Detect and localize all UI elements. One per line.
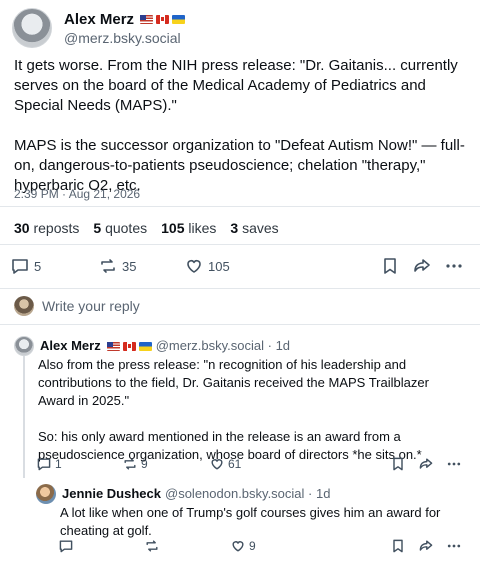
avatar[interactable] bbox=[36, 484, 56, 504]
bookmark-icon bbox=[380, 256, 400, 276]
reply-paragraph: A lot like when one of Trump's golf cour… bbox=[60, 505, 441, 538]
reply-header: Jennie Dusheck @solenodon.bsky.social · … bbox=[36, 484, 466, 504]
reposts-stat[interactable]: 30 reposts bbox=[14, 220, 79, 236]
more-icon bbox=[446, 456, 462, 472]
reply-actions: 1 9 61 bbox=[0, 456, 480, 474]
more-button[interactable] bbox=[444, 256, 464, 276]
post-header: Alex Merz @merz.bsky.social bbox=[12, 8, 186, 48]
us-flag-icon bbox=[140, 14, 154, 24]
author-name[interactable]: Alex Merz bbox=[64, 10, 134, 29]
repost-icon bbox=[122, 456, 138, 472]
reply-paragraph: Also from the press release: "n recognit… bbox=[38, 357, 429, 408]
avatar[interactable] bbox=[12, 8, 52, 48]
repost-count: 9 bbox=[141, 457, 148, 471]
bookmark-icon bbox=[390, 538, 406, 554]
share-icon bbox=[418, 456, 434, 472]
repost-button[interactable]: 35 bbox=[98, 256, 136, 276]
reply-body: Also from the press release: "n recognit… bbox=[38, 356, 466, 464]
post-actions: 5 35 105 bbox=[0, 256, 480, 278]
like-icon bbox=[184, 256, 204, 276]
author-name-line[interactable]: Alex Merz bbox=[64, 10, 186, 29]
reply-button[interactable]: 5 bbox=[10, 256, 41, 276]
share-button[interactable] bbox=[412, 256, 432, 276]
reply-author-name[interactable]: Jennie Dusheck bbox=[62, 486, 161, 502]
reply-meta: @solenodon.bsky.social · 1d bbox=[165, 486, 331, 501]
canada-flag-icon bbox=[156, 14, 170, 24]
post-timestamp[interactable]: 2:39 PM · Aug 21, 2026 bbox=[14, 187, 140, 201]
avatar[interactable] bbox=[14, 336, 34, 356]
reply-icon bbox=[58, 538, 74, 554]
divider bbox=[0, 324, 480, 325]
bookmark-button[interactable] bbox=[390, 456, 406, 472]
reply-header: Alex Merz @merz.bsky.social · 1d bbox=[14, 336, 466, 356]
write-reply-prompt[interactable]: Write your reply bbox=[14, 296, 140, 316]
more-button[interactable] bbox=[446, 538, 462, 554]
bookmark-button[interactable] bbox=[390, 538, 406, 554]
like-count: 105 bbox=[208, 258, 230, 274]
saves-stat[interactable]: 3 saves bbox=[230, 220, 278, 236]
ukraine-flag-icon bbox=[138, 341, 152, 351]
post-stats: 30 reposts 5 quotes 105 likes 3 saves bbox=[14, 220, 279, 236]
more-button[interactable] bbox=[446, 456, 462, 472]
share-icon bbox=[418, 538, 434, 554]
flag-emojis bbox=[106, 341, 152, 351]
like-button[interactable]: 105 bbox=[184, 256, 230, 276]
more-icon bbox=[446, 538, 462, 554]
reply-meta: @merz.bsky.social · 1d bbox=[155, 338, 291, 353]
repost-icon bbox=[144, 538, 160, 554]
divider bbox=[0, 206, 480, 207]
reply-icon bbox=[36, 456, 52, 472]
reply-button[interactable]: 1 bbox=[36, 456, 62, 472]
author-handle[interactable]: @merz.bsky.social bbox=[64, 29, 185, 47]
repost-count: 35 bbox=[122, 258, 137, 274]
us-flag-icon bbox=[106, 341, 120, 351]
repost-button[interactable]: 9 bbox=[122, 456, 148, 472]
like-count: 9 bbox=[249, 539, 256, 553]
quotes-stat[interactable]: 5 quotes bbox=[93, 220, 147, 236]
ukraine-flag-icon bbox=[172, 14, 186, 24]
reply-author-name[interactable]: Alex Merz bbox=[40, 338, 101, 354]
reply-body: A lot like when one of Trump's golf cour… bbox=[60, 504, 466, 540]
bookmark-button[interactable] bbox=[380, 256, 400, 276]
like-count: 61 bbox=[228, 457, 242, 471]
share-icon bbox=[412, 256, 432, 276]
repost-icon bbox=[98, 256, 118, 276]
share-button[interactable] bbox=[418, 456, 434, 472]
reply-icon bbox=[10, 256, 30, 276]
reply-button[interactable] bbox=[58, 538, 77, 554]
share-button[interactable] bbox=[418, 538, 434, 554]
reply-placeholder: Write your reply bbox=[42, 298, 140, 314]
divider bbox=[0, 244, 480, 245]
bookmark-icon bbox=[390, 456, 406, 472]
reply-count: 5 bbox=[34, 258, 42, 274]
like-button[interactable]: 9 bbox=[230, 538, 256, 554]
like-button[interactable]: 61 bbox=[209, 456, 241, 472]
reply-count: 1 bbox=[55, 457, 62, 471]
avatar bbox=[14, 296, 34, 316]
post-paragraph: It gets worse. From the NIH press releas… bbox=[14, 57, 458, 114]
flag-emojis bbox=[140, 14, 186, 24]
author-block: Alex Merz @merz.bsky.social bbox=[64, 10, 186, 47]
like-icon bbox=[209, 456, 225, 472]
reply-actions: 9 bbox=[0, 538, 480, 556]
like-icon bbox=[230, 538, 246, 554]
likes-stat[interactable]: 105 likes bbox=[161, 220, 216, 236]
repost-button[interactable] bbox=[144, 538, 163, 554]
divider bbox=[0, 288, 480, 289]
canada-flag-icon bbox=[122, 341, 136, 351]
more-icon bbox=[444, 256, 464, 276]
